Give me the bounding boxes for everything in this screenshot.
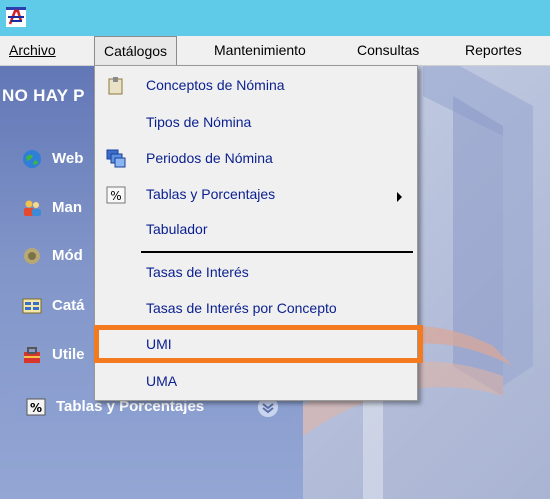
menu-archivo[interactable]: Archivo	[9, 36, 56, 66]
svg-text:%: %	[30, 401, 42, 415]
menu-item-tasas-interes[interactable]: Tasas de Interés	[95, 259, 417, 287]
clip-icon	[108, 77, 123, 95]
menu-item-tablas-porcentajes[interactable]: % Tablas y Porcentajes	[95, 181, 417, 209]
menu-bar: Archivo Catálogos Mantenimiento Consulta…	[0, 36, 550, 66]
menu-separator	[141, 251, 413, 253]
menu-item-tipos-nomina[interactable]: Tipos de Nómina	[95, 109, 417, 137]
menu-catalogos[interactable]: Catálogos	[94, 36, 178, 66]
submenu-arrow-icon	[397, 192, 402, 202]
catalog-icon	[22, 298, 42, 314]
sidebar-header: NO HAY P	[2, 86, 85, 105]
highlight-box	[94, 325, 423, 363]
menu-reportes[interactable]: Reportes	[465, 36, 522, 66]
menu-item-tasas-interes-concepto[interactable]: Tasas de Interés por Concepto	[95, 295, 417, 323]
percent-icon: %	[106, 186, 126, 204]
toolbox-icon	[24, 347, 40, 363]
globe-icon	[23, 150, 41, 168]
title-bar	[0, 0, 550, 36]
menu-item-tabulador[interactable]: Tabulador	[95, 216, 417, 244]
percent-icon: %	[26, 398, 46, 416]
svg-text:%: %	[110, 189, 121, 203]
menu-mantenimiento[interactable]: Mantenimiento	[214, 36, 306, 66]
windows-icon	[106, 149, 126, 168]
menu-consultas[interactable]: Consultas	[357, 36, 419, 66]
app-logo-icon	[6, 7, 26, 27]
menu-item-periodos-nomina[interactable]: Periodos de Nómina	[95, 145, 417, 173]
gear-icon	[24, 248, 40, 264]
users-icon	[24, 200, 41, 216]
menu-item-uma[interactable]: UMA	[95, 368, 417, 396]
menu-item-conceptos-nomina[interactable]: Conceptos de Nómina	[95, 72, 417, 100]
